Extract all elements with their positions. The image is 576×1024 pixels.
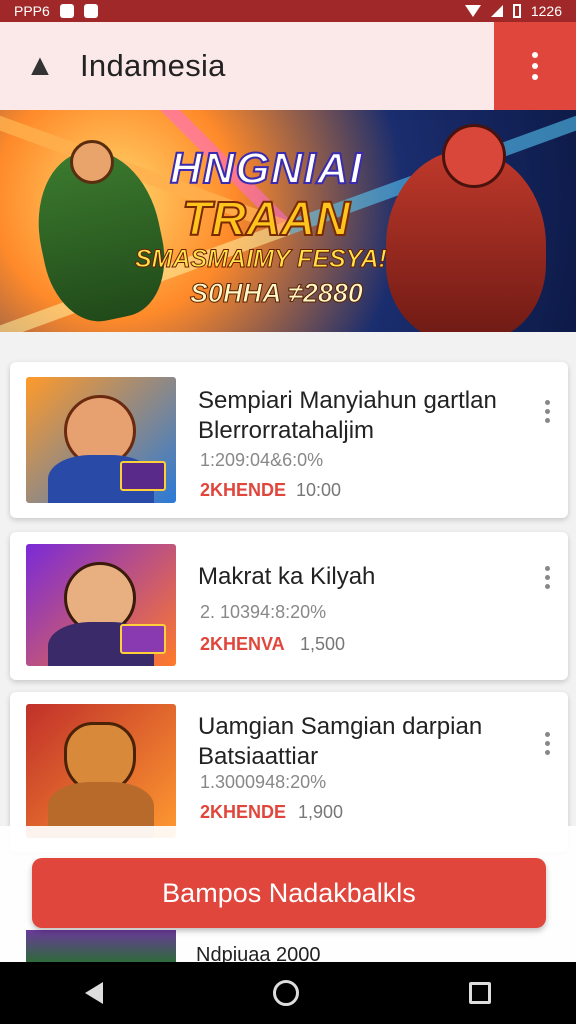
page-title: Indamesia [80, 48, 226, 83]
status-time: 1226 [530, 3, 562, 19]
card-tag-value: 1,500 [300, 634, 346, 654]
notification-icon [59, 4, 74, 18]
signal-icon [490, 5, 503, 17]
peek-card-thumbnail [26, 930, 176, 962]
card-tag: 2KHENVA [200, 634, 285, 654]
promo-banner[interactable]: HNGNIAI TRAAN SMASMAIMY FESYA! S0HHA ≠28… [0, 110, 576, 332]
card-tag: 2KHENDE [200, 802, 287, 822]
more-vert-icon [545, 732, 550, 737]
hero-right-head [442, 124, 506, 188]
card-more-button[interactable] [545, 400, 550, 423]
peek-card-title: Ndpiuaa 2000 [196, 944, 321, 962]
game-logo-badge [120, 461, 166, 491]
banner-title-line2: TRAAN [181, 192, 351, 247]
game-thumbnail [26, 377, 176, 503]
more-vert-icon [545, 400, 550, 405]
banner-prize: S0HHA ≠2880 [190, 278, 364, 309]
game-card[interactable]: Makrat ka Kilyah 2. 10394:8:20% 2KHENVA … [10, 532, 568, 680]
game-thumbnail [26, 544, 176, 666]
card-tag: 2KHENDE [200, 480, 287, 500]
card-title: Makrat ka Kilyah [198, 563, 376, 590]
status-bar: PPP6 1226 [0, 0, 576, 22]
status-left: PPP6 [14, 3, 98, 19]
battery-icon [512, 4, 521, 18]
app-bar: ▲ Indamesia [0, 22, 576, 110]
hero-left-head [70, 140, 114, 184]
card-title: Sempiari Manyiahun gartlan Blerrorrataha… [198, 387, 497, 444]
card-tag-value: 10:00 [296, 480, 342, 500]
back-arrow-icon: ▲ [25, 49, 55, 82]
overflow-menu-button[interactable] [494, 22, 576, 110]
card-meta: 2. 10394:8:20% [200, 602, 327, 622]
nav-home-icon[interactable] [273, 980, 299, 1006]
back-button[interactable]: ▲ [0, 22, 80, 110]
card-tag-value: 1,900 [298, 802, 344, 822]
notification-icon-2 [83, 4, 98, 18]
game-thumbnail [26, 704, 176, 838]
status-right: 1226 [464, 3, 562, 19]
system-nav-bar [0, 962, 576, 1024]
card-more-button[interactable] [545, 566, 550, 589]
more-vert-icon [545, 566, 550, 571]
card-more-button[interactable] [545, 732, 550, 755]
banner-title-line1: HNGNIAI [169, 143, 363, 194]
nav-back-icon[interactable] [85, 982, 103, 1004]
card-title: Uamgian Samgian darpian Batsiaattiar [198, 713, 483, 770]
game-card[interactable]: Sempiari Manyiahun gartlan Blerrorrataha… [10, 362, 568, 518]
card-meta: 1.3000948:20% [200, 772, 327, 792]
wifi-icon [464, 5, 481, 17]
game-logo-badge [120, 624, 166, 654]
nav-recents-icon[interactable] [469, 982, 491, 1004]
primary-cta-button[interactable]: Bampos Nadakbalkls [32, 858, 546, 928]
more-vert-icon [532, 52, 538, 58]
card-meta: 1:209:04&6:0% [200, 450, 324, 470]
status-carrier-text: PPP6 [14, 3, 50, 19]
banner-subtitle: SMASMAIMY FESYA! [135, 245, 388, 274]
